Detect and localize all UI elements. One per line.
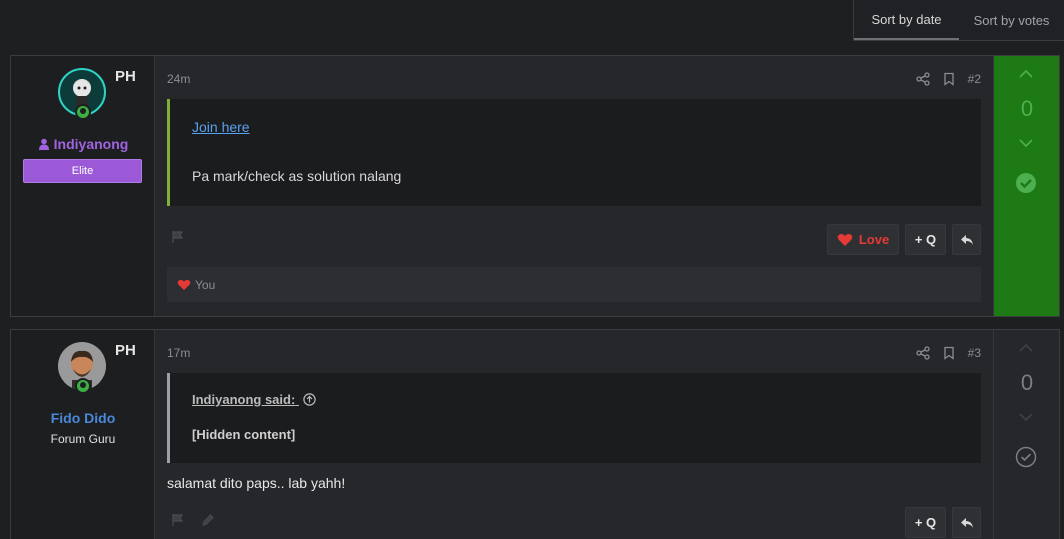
post-time[interactable]: 24m [167,72,190,86]
reply-button[interactable] [952,507,981,538]
quote-author-link[interactable]: Indiyanong said: [192,392,316,407]
quote-author-text: Indiyanong said: [192,392,296,407]
reaction-buttons: + Q [905,507,981,538]
vote-panel: 0 [993,56,1059,316]
reaction-buttons: Love + Q [827,224,981,255]
post-content: 17m #3 Indiyanong said: [Hidden content]… [155,330,993,539]
reply-icon [960,517,973,528]
online-status-icon [75,378,91,394]
post-content: 24m #2 Join here Pa mark/check as soluti… [155,56,993,316]
vote-count: 0 [1020,370,1034,395]
quote-text: Pa mark/check as solution nalang [192,168,402,184]
vote-count: 0 [1020,96,1034,121]
country-flag: PH [115,342,136,359]
mark-solution-check-icon[interactable] [1015,446,1037,468]
bookmark-icon[interactable] [942,346,956,360]
quote-block: Join here Pa mark/check as solution nala… [167,99,981,206]
post-2: PH Indiyanong Elite 24m #2 Join here Pa … [10,55,1060,317]
sort-by-date-tab[interactable]: Sort by date [854,0,959,40]
reactions-bar[interactable]: You [167,267,981,302]
jump-to-quote-icon[interactable] [303,393,316,406]
sort-by-votes-tab[interactable]: Sort by votes [959,0,1064,40]
share-icon[interactable] [915,346,930,360]
quote-block: Indiyanong said: [Hidden content] [167,373,981,463]
user-badge: Elite [23,159,142,183]
username-link[interactable]: Indiyanong [11,136,155,152]
post-body-text: salamat dito paps.. lab yahh! [167,475,346,491]
quote-button[interactable]: + Q [905,507,946,538]
report-flag-icon[interactable] [171,230,185,244]
online-status-icon [75,104,91,120]
report-flag-icon[interactable] [171,513,185,527]
user-rank-icon [38,138,49,150]
quote-button[interactable]: + Q [905,224,946,255]
user-info: PH Indiyanong Elite [11,56,155,316]
solution-check-icon[interactable] [1015,172,1037,194]
heart-reaction-icon [177,279,191,290]
post-number[interactable]: #2 [968,72,981,86]
post-time[interactable]: 17m [167,346,190,360]
share-icon[interactable] [915,72,930,86]
username-text: Indiyanong [53,136,129,152]
edit-icon[interactable] [201,513,215,527]
username-link[interactable]: Fido Dido [11,410,155,426]
downvote-chevron-icon[interactable] [1018,412,1034,422]
downvote-chevron-icon[interactable] [1018,138,1034,148]
reply-button[interactable] [952,224,981,255]
upvote-chevron-icon[interactable] [1018,343,1034,353]
heart-icon [837,233,853,246]
reaction-user: You [195,277,216,292]
vote-panel: 0 [993,330,1059,539]
reply-icon [960,234,973,245]
post-3: PH Fido Dido Forum Guru 17m #3 Indiyanon… [10,329,1060,539]
avatar[interactable] [58,342,106,394]
bookmark-icon[interactable] [942,72,956,86]
user-info: PH Fido Dido Forum Guru [11,330,155,539]
hidden-content: [Hidden content] [192,427,296,442]
sort-tabs: Sort by date Sort by votes [853,0,1064,41]
love-button[interactable]: Love [827,224,899,255]
upvote-chevron-icon[interactable] [1018,69,1034,79]
join-here-link[interactable]: Join here [192,119,250,135]
avatar[interactable] [58,68,106,120]
country-flag: PH [115,68,136,85]
post-top-actions: #2 [915,72,981,86]
user-rank: Forum Guru [50,432,116,446]
post-number[interactable]: #3 [968,346,981,360]
love-label: Love [858,232,890,247]
post-top-actions: #3 [915,346,981,360]
